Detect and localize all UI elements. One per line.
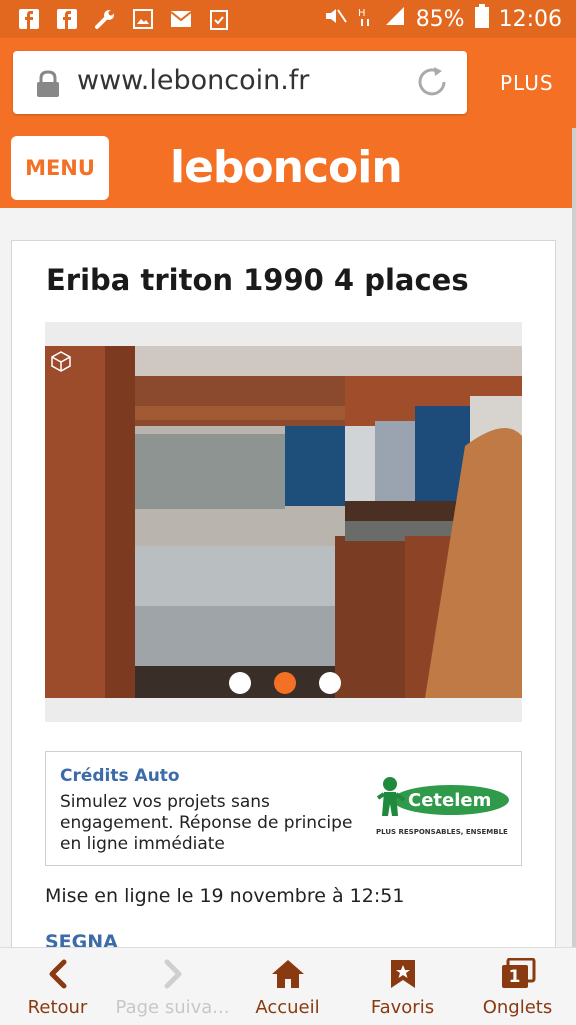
mute-icon <box>324 6 348 32</box>
site-logo[interactable]: leboncoin <box>170 142 403 193</box>
tabs-label: Onglets <box>482 997 553 1018</box>
forward-label: Page suiva... <box>115 997 230 1018</box>
photo-gallery[interactable] <box>45 322 522 722</box>
ad-text: Simulez vos projets sans engagement. Rép… <box>60 792 353 854</box>
ad-title[interactable]: Crédits Auto <box>60 766 180 786</box>
bookmark-star-icon <box>389 958 417 990</box>
svg-text:Cetelem: Cetelem <box>408 790 491 811</box>
image-icon <box>132 8 154 30</box>
signal-icon <box>384 5 406 33</box>
more-button[interactable]: PLUS <box>500 71 554 95</box>
favorites-label: Favoris <box>370 997 435 1018</box>
listing-photo[interactable] <box>45 346 522 698</box>
site-header: MENU leboncoin <box>0 128 576 208</box>
publication-date: Mise en ligne le 19 novembre à 12:51 <box>45 885 405 907</box>
status-bar: H 85% 12:06 <box>0 0 576 38</box>
gallery-pagination <box>229 672 341 694</box>
battery-percent: 85% <box>415 6 465 32</box>
menu-button[interactable]: MENU <box>11 136 109 200</box>
tabs-button[interactable]: 1 Onglets <box>460 948 575 1025</box>
chevron-right-icon <box>162 958 184 990</box>
clipboard-icon <box>208 8 230 30</box>
forward-button[interactable]: Page suiva... <box>115 948 230 1025</box>
facebook-icon <box>18 8 40 30</box>
tab-count-badge: 1 <box>508 966 521 987</box>
chevron-left-icon <box>47 958 69 990</box>
scrollbar[interactable] <box>572 128 576 948</box>
favorites-button[interactable]: Favoris <box>345 948 460 1025</box>
home-icon <box>271 958 305 990</box>
url-text[interactable]: www.leboncoin.fr <box>77 65 309 96</box>
data-signal-icon: H <box>358 5 374 33</box>
facebook-icon <box>56 8 78 30</box>
home-button[interactable]: Accueil <box>230 948 345 1025</box>
advertisement[interactable]: Crédits Auto Simulez vos projets sans en… <box>45 751 522 866</box>
tabs-icon: 1 <box>500 958 536 990</box>
listing-title: Eriba triton 1990 4 places <box>46 263 469 297</box>
reload-icon[interactable] <box>415 65 449 103</box>
clock: 12:06 <box>498 6 562 32</box>
battery-icon <box>474 4 489 34</box>
gallery-dot-3[interactable] <box>319 672 341 694</box>
cetelem-logo[interactable]: Cetelem PLUS RESPONSABLES, ENSEMBLE <box>376 772 511 846</box>
back-label: Retour <box>27 997 88 1018</box>
lock-icon <box>35 69 61 103</box>
mail-icon <box>170 8 192 30</box>
svg-text:H: H <box>358 8 366 19</box>
gallery-dot-1[interactable] <box>229 672 251 694</box>
ad-tagline: PLUS RESPONSABLES, ENSEMBLE <box>376 828 508 836</box>
browser-toolbar: www.leboncoin.fr PLUS <box>0 38 576 128</box>
3d-view-icon[interactable] <box>50 350 72 376</box>
gallery-dot-2[interactable] <box>274 672 296 694</box>
browser-bottom-bar: Retour Page suiva... Accueil Favoris 1 O… <box>0 947 576 1025</box>
listing-card: Eriba triton 1990 4 places Crédits Auto … <box>11 240 556 962</box>
home-label: Accueil <box>255 997 320 1018</box>
wrench-icon <box>94 8 116 30</box>
back-button[interactable]: Retour <box>0 948 115 1025</box>
address-bar[interactable]: www.leboncoin.fr <box>13 51 467 114</box>
